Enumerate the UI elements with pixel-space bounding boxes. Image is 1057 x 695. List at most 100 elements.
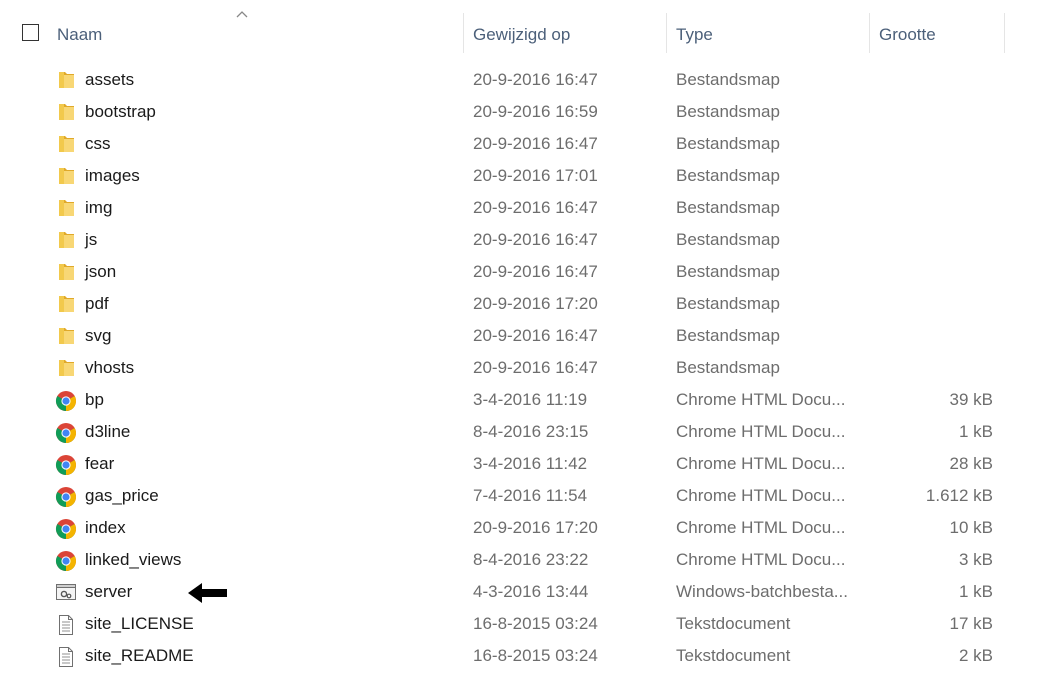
folder-icon (55, 294, 77, 314)
column-divider[interactable] (1004, 13, 1005, 53)
file-row[interactable]: site_LICENSE 16-8-2015 03:24 Tekstdocument… (0, 608, 1057, 640)
file-modified: 8-4-2016 23:15 (473, 422, 589, 441)
file-size: 17 kB (949, 614, 993, 633)
file-row[interactable]: index 20-9-2016 17:20 Chrome HTML Docu... 1… (0, 512, 1057, 544)
column-divider[interactable] (463, 13, 464, 53)
file-type: Bestandsmap (676, 294, 780, 313)
folder-icon (55, 102, 77, 122)
file-type: Tekstdocument (676, 614, 791, 633)
file-modified: 20-9-2016 17:01 (473, 166, 598, 185)
file-modified: 20-9-2016 17:20 (473, 294, 598, 313)
file-row[interactable]: js 20-9-2016 16:47 Bestandsmap (0, 224, 1057, 256)
file-modified: 20-9-2016 16:47 (473, 358, 598, 377)
file-name: site_LICENSE (85, 614, 194, 633)
chrome-icon (55, 486, 77, 507)
file-name: pdf (85, 294, 109, 313)
file-name: site_README (85, 646, 194, 665)
file-row[interactable]: css 20-9-2016 16:47 Bestandsmap (0, 128, 1057, 160)
file-name: server (85, 582, 133, 601)
batch-file-icon (55, 582, 77, 602)
file-type: Bestandsmap (676, 262, 780, 281)
file-row[interactable]: pdf 20-9-2016 17:20 Bestandsmap (0, 288, 1057, 320)
file-size: 3 kB (958, 550, 993, 569)
file-type: Chrome HTML Docu... (676, 390, 846, 409)
file-modified: 16-8-2015 03:24 (473, 614, 598, 633)
file-row[interactable]: json 20-9-2016 16:47 Bestandsmap (0, 256, 1057, 288)
folder-icon (55, 326, 77, 346)
file-type: Bestandsmap (676, 326, 780, 345)
file-type: Bestandsmap (676, 70, 780, 89)
file-row[interactable]: d3line 8-4-2016 23:15 Chrome HTML Docu... 1… (0, 416, 1057, 448)
folder-icon (55, 230, 77, 250)
file-modified: 20-9-2016 16:47 (473, 262, 598, 281)
file-modified: 20-9-2016 16:47 (473, 70, 598, 89)
file-name: index (85, 518, 126, 537)
file-row[interactable]: vhosts 20-9-2016 16:47 Bestandsmap (0, 352, 1057, 384)
file-name: json (85, 262, 117, 281)
select-all-checkbox[interactable] (22, 24, 39, 41)
file-row[interactable]: svg 20-9-2016 16:47 Bestandsmap (0, 320, 1057, 352)
file-name: gas_price (85, 486, 159, 505)
folder-icon (55, 198, 77, 218)
file-type: Tekstdocument (676, 646, 791, 665)
file-row[interactable]: fear 3-4-2016 11:42 Chrome HTML Docu... 28 … (0, 448, 1057, 480)
file-type: Bestandsmap (676, 230, 780, 249)
file-row[interactable]: gas_price 7-4-2016 11:54 Chrome HTML Docu.… (0, 480, 1057, 512)
file-row[interactable]: site_README 16-8-2015 03:24 Tekstdocument 2… (0, 640, 1057, 672)
file-modified: 16-8-2015 03:24 (473, 646, 598, 665)
chrome-icon (55, 422, 77, 443)
file-type: Bestandsmap (676, 166, 780, 185)
file-type: Bestandsmap (676, 102, 780, 121)
file-size: 39 kB (949, 390, 993, 409)
column-header-type[interactable]: Type (676, 0, 713, 60)
column-divider[interactable] (666, 13, 667, 53)
file-modified: 3-4-2016 11:42 (473, 454, 588, 473)
file-modified: 20-9-2016 16:47 (473, 134, 598, 153)
arrow-left-icon (188, 583, 227, 603)
file-modified: 20-9-2016 16:47 (473, 326, 598, 345)
column-header-modified[interactable]: Gewijzigd op (473, 0, 570, 60)
file-modified: 20-9-2016 16:47 (473, 230, 598, 249)
file-type: Windows-batchbesta... (676, 582, 848, 601)
folder-icon (55, 166, 77, 186)
file-modified: 8-4-2016 23:22 (473, 550, 589, 569)
file-name: bootstrap (85, 102, 156, 121)
column-header-size[interactable]: Grootte (879, 0, 936, 60)
chrome-icon (55, 390, 77, 411)
file-row[interactable]: bootstrap 20-9-2016 16:59 Bestandsmap (0, 96, 1057, 128)
file-name: css (85, 134, 111, 153)
file-modified: 20-9-2016 16:47 (473, 198, 598, 217)
file-name: linked_views (85, 550, 182, 569)
file-size: 1 kB (958, 422, 993, 441)
chrome-icon (55, 518, 77, 539)
column-divider[interactable] (869, 13, 870, 53)
file-row[interactable]: images 20-9-2016 17:01 Bestandsmap (0, 160, 1057, 192)
chrome-icon (55, 550, 77, 571)
folder-icon (55, 262, 77, 282)
file-modified: 3-4-2016 11:19 (473, 390, 588, 409)
file-size: 28 kB (949, 454, 993, 473)
file-row[interactable]: linked_views 8-4-2016 23:22 Chrome HTML Do… (0, 544, 1057, 576)
file-modified: 20-9-2016 17:20 (473, 518, 598, 537)
file-name: bp (85, 390, 104, 409)
file-name: svg (85, 326, 112, 345)
file-name: js (85, 230, 98, 249)
file-row[interactable]: bp 3-4-2016 11:19 Chrome HTML Docu... 39 kB (0, 384, 1057, 416)
text-file-icon (55, 646, 77, 667)
file-modified: 7-4-2016 11:54 (473, 486, 588, 505)
file-name: assets (85, 70, 135, 89)
file-modified: 4-3-2016 13:44 (473, 582, 589, 601)
folder-icon (55, 70, 77, 90)
file-type: Chrome HTML Docu... (676, 486, 846, 505)
file-row[interactable]: img 20-9-2016 16:47 Bestandsmap (0, 192, 1057, 224)
file-type: Chrome HTML Docu... (676, 550, 846, 569)
text-file-icon (55, 614, 77, 635)
column-header-name[interactable]: Naam (57, 0, 102, 60)
column-header-bar: Naam Gewijzigd op Type Grootte (0, 0, 1057, 60)
folder-icon (55, 358, 77, 378)
file-modified: 20-9-2016 16:59 (473, 102, 598, 121)
file-type: Chrome HTML Docu... (676, 454, 846, 473)
file-row[interactable]: assets 20-9-2016 16:47 Bestandsmap (0, 64, 1057, 96)
file-size: 1 kB (958, 582, 993, 601)
file-row[interactable]: server 4-3-2016 13:44 Windows-batchbesta..… (0, 576, 1057, 608)
